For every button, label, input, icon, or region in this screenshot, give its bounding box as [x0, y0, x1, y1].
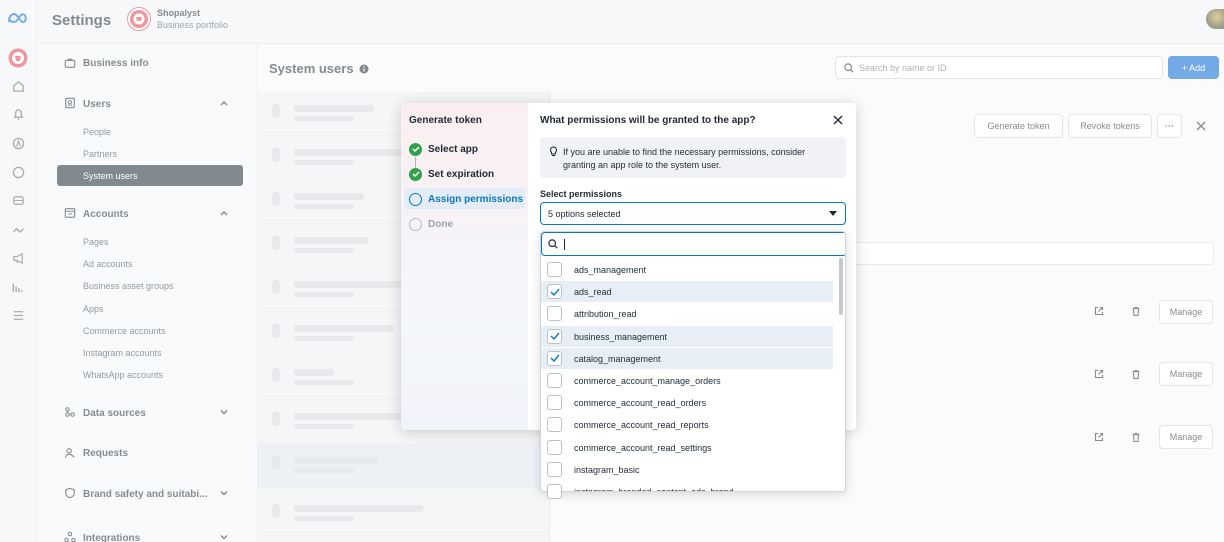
step-label: Done	[428, 218, 453, 230]
option-label[interactable]: attribution_read	[574, 309, 637, 319]
info-banner: If you are unable to find the necessary …	[540, 137, 846, 178]
option-label[interactable]: catalog_management	[574, 354, 661, 364]
checkmark-icon	[550, 332, 560, 341]
select-value: 5 options selected	[548, 209, 621, 219]
circle-outline-icon	[409, 192, 422, 206]
select-permissions-label: Select permissions	[540, 189, 623, 199]
checkbox-unchecked[interactable]	[547, 439, 562, 455]
option-label[interactable]: ads_management	[574, 265, 646, 275]
dropdown-scrollbar[interactable]	[839, 258, 843, 315]
dropdown-search-input[interactable]	[541, 232, 845, 256]
step-label: Set expiration	[428, 168, 495, 180]
option-label[interactable]: commerce_account_read_reports	[574, 420, 709, 430]
checkbox-unchecked[interactable]	[547, 417, 562, 433]
info-text-line2: granting an app role to the system user.	[563, 160, 722, 170]
step-select-app: Select app	[409, 141, 478, 157]
step-label: Assign permissions	[428, 193, 524, 205]
circle-outline-icon	[409, 217, 422, 231]
option-label[interactable]: ads_read	[574, 287, 612, 297]
option-label[interactable]: commerce_account_manage_orders	[574, 376, 721, 386]
checkmark-icon	[550, 354, 560, 363]
search-icon	[548, 239, 558, 249]
text-cursor	[564, 239, 565, 250]
checkbox-unchecked[interactable]	[547, 484, 562, 499]
option-label[interactable]: instagram_branded_content_ads_brand	[574, 487, 734, 491]
checkbox-unchecked[interactable]	[547, 262, 562, 277]
permissions-select[interactable]: 5 options selected	[540, 202, 846, 225]
step-set-expiration: Set expiration	[409, 166, 494, 182]
checkbox-unchecked[interactable]	[547, 395, 562, 411]
option-label[interactable]: commerce_account_read_settings	[574, 443, 712, 453]
check-circle-icon	[409, 167, 422, 181]
checkbox-checked[interactable]	[547, 328, 562, 344]
checkbox-unchecked[interactable]	[547, 373, 562, 388]
checkbox-unchecked[interactable]	[547, 306, 562, 322]
dialog-title: What permissions will be granted to the …	[540, 115, 756, 126]
step-assign-permissions: Assign permissions	[409, 191, 523, 207]
lightbulb-icon	[549, 146, 558, 157]
checkmark-icon	[550, 288, 560, 296]
step-done: Done	[409, 216, 453, 232]
checkbox-checked[interactable]	[547, 284, 562, 300]
checkbox-checked[interactable]	[547, 350, 562, 366]
dialog-left-title: Generate token	[409, 115, 482, 126]
option-label[interactable]: business_management	[574, 332, 667, 342]
checkbox-unchecked[interactable]	[547, 461, 562, 477]
steps-panel: Generate token Select app Set expiration…	[401, 103, 528, 430]
step-label: Select app	[428, 143, 479, 155]
option-label[interactable]: commerce_account_read_orders	[574, 398, 706, 408]
caret-down-icon	[829, 211, 837, 216]
dialog-close-icon[interactable]	[833, 115, 843, 125]
option-label[interactable]: instagram_basic	[574, 465, 640, 475]
check-circle-icon	[409, 142, 422, 156]
info-text-line1: If you are unable to find the necessary …	[563, 147, 806, 157]
